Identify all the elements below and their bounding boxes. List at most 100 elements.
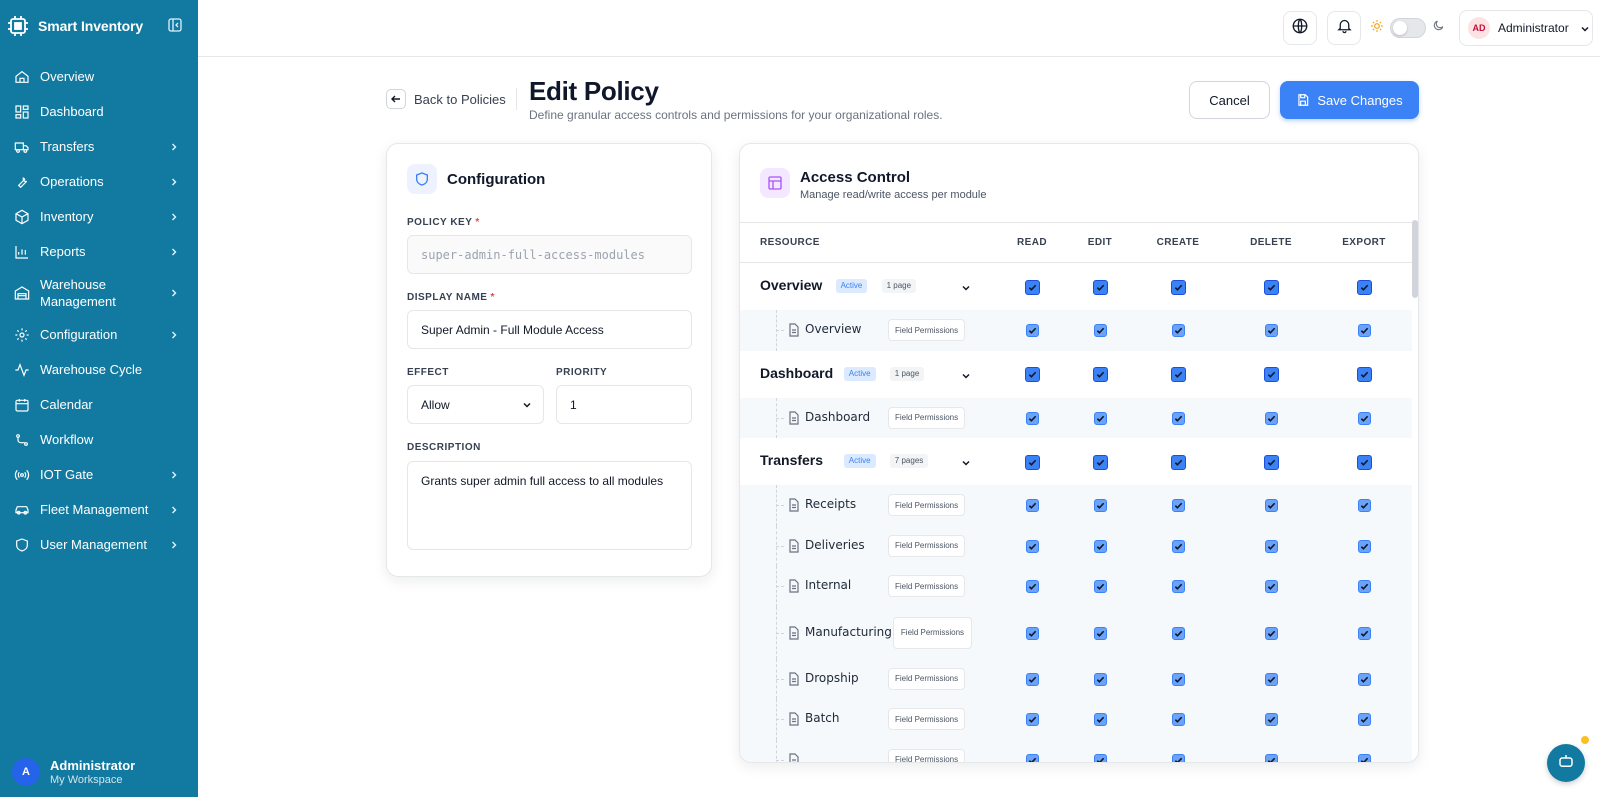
delete-checkbox[interactable] — [1263, 279, 1279, 295]
read-checkbox[interactable] — [1024, 279, 1040, 295]
sidebar-item-iot-gate[interactable]: IOT Gate — [0, 457, 198, 492]
create-checkbox[interactable] — [1171, 713, 1185, 727]
sidebar-item-calendar[interactable]: Calendar — [0, 387, 198, 422]
save-button[interactable]: Save Changes — [1280, 81, 1419, 119]
account-menu[interactable]: AD Administrator — [1459, 10, 1593, 46]
delete-checkbox[interactable] — [1264, 539, 1278, 553]
assistant-button[interactable] — [1547, 744, 1585, 782]
export-checkbox[interactable] — [1357, 539, 1371, 553]
field-permissions-button[interactable]: Field Permissions — [888, 748, 966, 762]
edit-checkbox[interactable] — [1093, 626, 1107, 640]
notifications-button[interactable] — [1327, 11, 1361, 45]
sidebar-toggle-icon[interactable] — [168, 18, 184, 34]
sidebar-item-fleet-management[interactable]: Fleet Management — [0, 492, 198, 527]
field-permissions-button[interactable]: Field Permissions — [888, 575, 966, 598]
edit-checkbox[interactable] — [1093, 580, 1107, 594]
read-checkbox[interactable] — [1025, 580, 1039, 594]
create-checkbox[interactable] — [1171, 626, 1185, 640]
sidebar-item-overview[interactable]: Overview — [0, 59, 198, 94]
export-checkbox[interactable] — [1357, 411, 1371, 425]
language-button[interactable] — [1283, 11, 1317, 45]
read-checkbox[interactable] — [1024, 367, 1040, 382]
policy-key-field[interactable]: super-admin-full-access-modules — [407, 235, 692, 274]
export-checkbox[interactable] — [1357, 580, 1371, 594]
sidebar-item-dashboard[interactable]: Dashboard — [0, 94, 198, 129]
edit-checkbox[interactable] — [1093, 672, 1107, 686]
back-to-policies[interactable]: Back to Policies — [386, 89, 506, 109]
sidebar-item-inventory[interactable]: Inventory — [0, 199, 198, 234]
brand[interactable]: Smart Inventory — [6, 14, 143, 38]
edit-checkbox[interactable] — [1093, 753, 1107, 762]
sidebar-item-reports[interactable]: Reports — [0, 234, 198, 269]
create-checkbox[interactable] — [1171, 539, 1185, 553]
sidebar-item-user-management[interactable]: User Management — [0, 527, 198, 562]
cancel-button[interactable]: Cancel — [1189, 81, 1270, 119]
export-checkbox[interactable] — [1357, 324, 1371, 338]
export-checkbox[interactable] — [1357, 672, 1371, 686]
delete-checkbox[interactable] — [1264, 672, 1278, 686]
create-checkbox[interactable] — [1171, 499, 1185, 513]
delete-checkbox[interactable] — [1264, 713, 1278, 727]
delete-checkbox[interactable] — [1264, 580, 1278, 594]
export-checkbox[interactable] — [1357, 753, 1371, 762]
read-checkbox[interactable] — [1025, 713, 1039, 727]
create-checkbox[interactable] — [1171, 580, 1185, 594]
sidebar-item-operations[interactable]: Operations — [0, 164, 198, 199]
theme-toggle[interactable] — [1390, 18, 1426, 38]
delete-checkbox[interactable] — [1263, 367, 1279, 382]
sidebar-item-workflow[interactable]: Workflow — [0, 422, 198, 457]
delete-checkbox[interactable] — [1264, 324, 1278, 338]
read-checkbox[interactable] — [1025, 539, 1039, 553]
delete-checkbox[interactable] — [1263, 454, 1279, 470]
create-checkbox[interactable] — [1171, 324, 1185, 338]
display-name-field[interactable]: Super Admin - Full Module Access — [407, 310, 692, 349]
delete-checkbox[interactable] — [1264, 626, 1278, 640]
edit-checkbox[interactable] — [1092, 367, 1108, 382]
table-scrollbar[interactable] — [1412, 220, 1418, 298]
create-checkbox[interactable] — [1171, 753, 1185, 762]
export-checkbox[interactable] — [1356, 367, 1372, 382]
delete-checkbox[interactable] — [1264, 753, 1278, 762]
create-checkbox[interactable] — [1170, 279, 1186, 295]
create-checkbox[interactable] — [1171, 411, 1185, 425]
field-permissions-button[interactable]: Field Permissions — [888, 319, 966, 342]
create-checkbox[interactable] — [1170, 454, 1186, 470]
edit-checkbox[interactable] — [1093, 324, 1107, 338]
export-checkbox[interactable] — [1357, 713, 1371, 727]
field-permissions-button[interactable]: Field Permissions — [888, 406, 966, 429]
edit-checkbox[interactable] — [1093, 539, 1107, 553]
edit-checkbox[interactable] — [1093, 713, 1107, 727]
sidebar-item-configuration[interactable]: Configuration — [0, 317, 198, 352]
effect-select[interactable]: Allow — [407, 385, 544, 424]
edit-checkbox[interactable] — [1092, 279, 1108, 295]
read-checkbox[interactable] — [1025, 499, 1039, 513]
description-field[interactable]: Grants super admin full access to all mo… — [407, 461, 692, 550]
chevron-down-icon[interactable] — [960, 456, 972, 468]
export-checkbox[interactable] — [1356, 454, 1372, 470]
create-checkbox[interactable] — [1171, 672, 1185, 686]
read-checkbox[interactable] — [1025, 626, 1039, 640]
export-checkbox[interactable] — [1356, 279, 1372, 295]
edit-checkbox[interactable] — [1093, 499, 1107, 513]
field-permissions-button[interactable]: Field Permissions — [888, 494, 966, 517]
read-checkbox[interactable] — [1025, 411, 1039, 425]
field-permissions-button[interactable]: Field Permissions — [888, 667, 966, 690]
priority-field[interactable]: 1 — [556, 385, 692, 424]
export-checkbox[interactable] — [1357, 626, 1371, 640]
sidebar-item-warehouse-management[interactable]: Warehouse Management — [0, 269, 198, 317]
edit-checkbox[interactable] — [1093, 411, 1107, 425]
field-permissions-button[interactable]: Field Permissions — [893, 616, 972, 649]
field-permissions-button[interactable]: Field Permissions — [888, 534, 966, 557]
read-checkbox[interactable] — [1025, 324, 1039, 338]
read-checkbox[interactable] — [1025, 753, 1039, 762]
chevron-down-icon[interactable] — [960, 369, 972, 381]
read-checkbox[interactable] — [1024, 454, 1040, 470]
field-permissions-button[interactable]: Field Permissions — [888, 708, 966, 731]
chevron-down-icon[interactable] — [960, 281, 972, 293]
export-checkbox[interactable] — [1357, 499, 1371, 513]
delete-checkbox[interactable] — [1264, 499, 1278, 513]
sidebar-item-transfers[interactable]: Transfers — [0, 129, 198, 164]
create-checkbox[interactable] — [1170, 367, 1186, 382]
sidebar-user[interactable]: A Administrator My Workspace — [12, 758, 135, 786]
read-checkbox[interactable] — [1025, 672, 1039, 686]
